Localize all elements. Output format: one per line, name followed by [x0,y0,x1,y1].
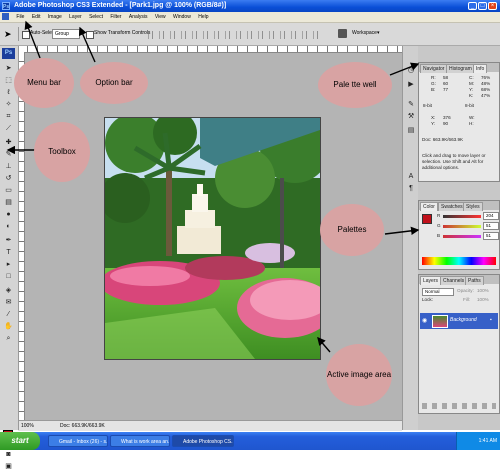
arrow-menu-bar [24,20,41,59]
quick-mask-icon[interactable]: ◙ [3,450,14,459]
arrow-palette-well [389,62,420,76]
callout-toolbox: Toolbox [34,122,90,182]
callout-menu-bar: Menu bar [14,58,74,108]
annotation-arrows [6,20,420,353]
callout-palettes: Palettes [320,204,384,256]
callout-active-image-area: Active image area [326,344,392,406]
arrow-option-bar [78,26,96,63]
screen-mode-icon[interactable]: ▣ [3,462,14,471]
callout-palette-well: Pale tte well [318,62,392,108]
arrow-palettes [384,226,420,236]
callout-option-bar: Option bar [80,62,148,104]
arrow-active-image [317,336,331,353]
